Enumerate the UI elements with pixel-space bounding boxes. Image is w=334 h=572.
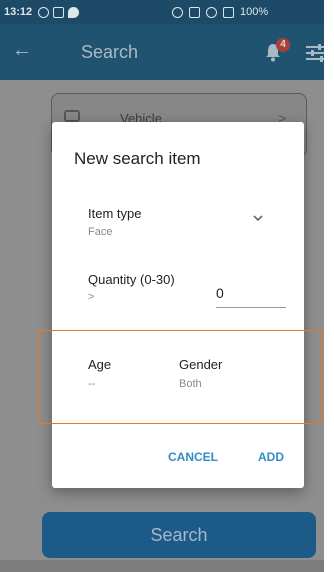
age-value[interactable]: -- xyxy=(88,378,95,390)
cancel-button[interactable]: CANCEL xyxy=(168,450,218,464)
new-search-item-dialog: New search item Item type Face Quantity … xyxy=(52,122,304,488)
search-button: Search xyxy=(42,512,316,558)
gender-label[interactable]: Gender xyxy=(179,357,222,372)
nav-bar xyxy=(0,560,324,572)
battery-level: 100% xyxy=(240,6,269,18)
tune-icon[interactable] xyxy=(306,44,324,62)
nfc-icon xyxy=(189,6,200,18)
arrow-left-icon[interactable]: ← xyxy=(12,39,32,62)
gender-value[interactable]: Both xyxy=(179,378,202,390)
dialog-title: New search item xyxy=(74,149,201,168)
quantity-input[interactable] xyxy=(216,278,286,308)
car-icon xyxy=(64,110,80,122)
page-title: Search xyxy=(81,42,139,62)
notification-badge: 4 xyxy=(276,38,290,52)
phone-screen: 13:12 100% ← Search 4 Vehicle > Search N… xyxy=(0,0,324,572)
quantity-label: Quantity (0-30) xyxy=(88,272,175,287)
age-label[interactable]: Age xyxy=(88,357,111,372)
status-time: 13:12 xyxy=(4,6,33,18)
image-icon xyxy=(53,6,65,18)
status-right-icons: 100% xyxy=(172,0,268,24)
alarm-icon xyxy=(172,6,183,18)
signal-icon xyxy=(223,6,234,18)
chat-icon xyxy=(68,6,80,18)
status-bar: 13:12 100% xyxy=(0,0,324,24)
add-button[interactable]: ADD xyxy=(258,450,284,464)
chevron-down-icon[interactable] xyxy=(252,212,264,224)
account-icon xyxy=(38,6,50,18)
app-bar: ← Search 4 xyxy=(0,24,324,80)
item-type-value[interactable]: Face xyxy=(88,226,112,238)
quantity-sub: > xyxy=(88,291,95,303)
vibrate-icon xyxy=(206,6,217,18)
status-left-icons xyxy=(38,6,80,18)
item-type-label[interactable]: Item type xyxy=(88,206,141,221)
